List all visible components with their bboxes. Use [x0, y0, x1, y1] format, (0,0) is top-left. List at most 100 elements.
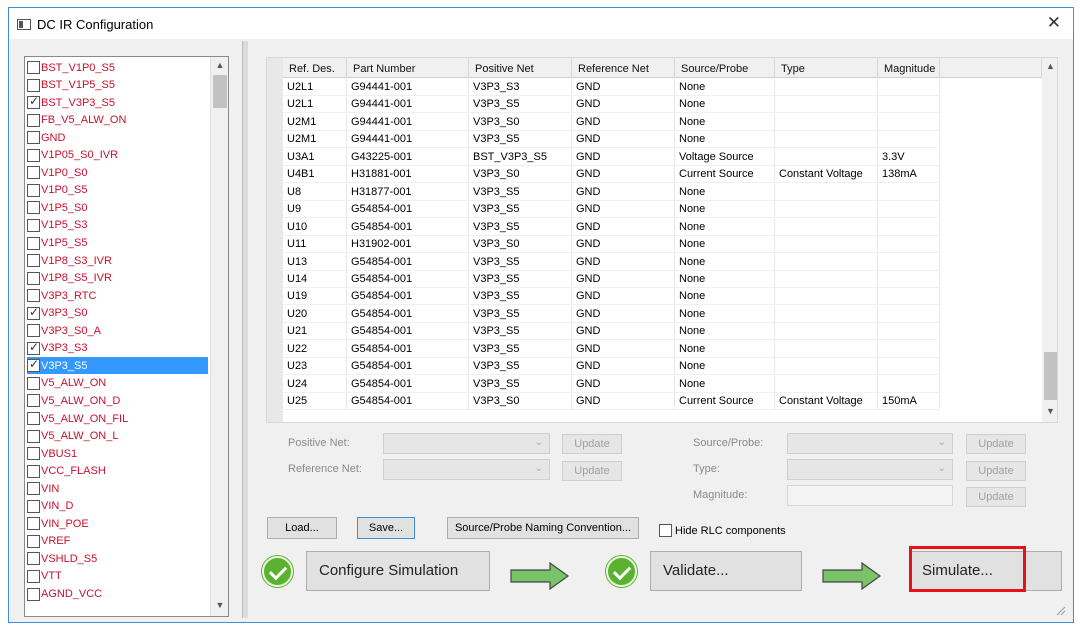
- net-list-item[interactable]: VSHLD_S5: [27, 550, 208, 567]
- table-scrollbar[interactable]: ▲ ▼: [1042, 58, 1057, 422]
- net-list[interactable]: BST_V1P0_S5 BST_V1P5_S5 BST_V3P3_S5 FB_V5_A…: [24, 56, 229, 617]
- net-list-item[interactable]: V5_ALW_ON_FIL: [27, 410, 208, 427]
- net-list-item[interactable]: VIN_POE: [27, 515, 208, 532]
- net-list-item[interactable]: BST_V1P5_S5: [27, 77, 208, 94]
- net-list-item[interactable]: VCC_FLASH: [27, 463, 208, 480]
- scroll-up-icon[interactable]: ▲: [1042, 58, 1057, 75]
- net-checkbox[interactable]: [27, 271, 40, 285]
- net-list-item[interactable]: V1P0_S0: [27, 164, 208, 181]
- configure-simulation-button[interactable]: Configure Simulation: [306, 551, 490, 591]
- positive-net-select[interactable]: ⌄: [383, 433, 550, 454]
- net-list-item[interactable]: FB_V5_ALW_ON: [27, 112, 208, 129]
- net-checkbox[interactable]: [27, 534, 40, 548]
- net-list-item[interactable]: V1P5_S5: [27, 235, 208, 252]
- scroll-down-icon[interactable]: ▼: [1042, 403, 1057, 420]
- magnitude-input[interactable]: [787, 485, 953, 506]
- net-checkbox[interactable]: [27, 464, 40, 478]
- net-checkbox[interactable]: [27, 78, 40, 92]
- close-icon[interactable]: ✕: [1047, 13, 1061, 33]
- net-list-item[interactable]: V3P3_S5: [27, 357, 208, 375]
- net-list-scrollbar[interactable]: ▲ ▼: [210, 57, 228, 616]
- net-checkbox[interactable]: [27, 201, 40, 215]
- net-list-item[interactable]: GND: [27, 129, 208, 146]
- column-header[interactable]: Positive Net: [469, 58, 572, 78]
- net-checkbox[interactable]: [27, 447, 40, 461]
- net-list-item[interactable]: BST_V3P3_S5: [27, 94, 208, 111]
- type-update-button[interactable]: Update: [966, 461, 1026, 481]
- net-list-item[interactable]: VREF: [27, 533, 208, 550]
- net-checkbox[interactable]: [27, 569, 40, 583]
- net-checkbox[interactable]: [27, 517, 40, 531]
- net-list-item[interactable]: VBUS1: [27, 445, 208, 462]
- net-checkbox[interactable]: [27, 61, 40, 74]
- net-list-item[interactable]: V1P8_S3_IVR: [27, 252, 208, 269]
- net-checkbox[interactable]: [27, 218, 40, 232]
- net-checkbox[interactable]: [27, 305, 40, 320]
- net-checkbox[interactable]: [27, 499, 40, 513]
- net-list-item[interactable]: V1P8_S5_IVR: [27, 270, 208, 287]
- resize-grip-icon[interactable]: [1054, 604, 1066, 616]
- net-list-item[interactable]: VIN_D: [27, 498, 208, 515]
- net-list-item[interactable]: V3P3_RTC: [27, 287, 208, 304]
- net-checkbox[interactable]: [27, 394, 40, 408]
- load-button[interactable]: Load...: [267, 517, 337, 539]
- net-list-item[interactable]: V1P5_S3: [27, 217, 208, 234]
- net-list-item[interactable]: V5_ALW_ON_L: [27, 428, 208, 445]
- positive-net-update-button[interactable]: Update: [562, 434, 622, 454]
- net-list-item[interactable]: V1P0_S5: [27, 182, 208, 199]
- source-probe-update-button[interactable]: Update: [966, 434, 1026, 454]
- net-checkbox[interactable]: [27, 166, 40, 180]
- net-checkbox[interactable]: [27, 340, 40, 355]
- net-checkbox[interactable]: [27, 357, 40, 373]
- scrollbar-thumb[interactable]: [213, 75, 227, 108]
- net-checkbox[interactable]: [27, 183, 40, 197]
- net-list-item[interactable]: VIN: [27, 480, 208, 497]
- hide-rlc-checkbox[interactable]: Hide RLC components: [659, 524, 786, 537]
- net-checkbox[interactable]: [27, 376, 40, 390]
- net-checkbox[interactable]: [27, 131, 40, 145]
- net-list-item[interactable]: BST_V1P0_S5: [27, 59, 208, 76]
- net-checkbox[interactable]: [27, 587, 40, 601]
- net-checkbox[interactable]: [27, 429, 40, 443]
- magnitude-update-button[interactable]: Update: [966, 487, 1026, 507]
- net-checkbox[interactable]: [27, 236, 40, 250]
- column-header[interactable]: Type: [775, 58, 878, 78]
- net-list-item[interactable]: V5_ALW_ON_D: [27, 392, 208, 409]
- column-header[interactable]: Part Number: [347, 58, 469, 78]
- net-checkbox[interactable]: [27, 113, 40, 127]
- net-checkbox[interactable]: [27, 289, 40, 303]
- source-probe-select[interactable]: ⌄: [787, 433, 953, 454]
- net-list-item[interactable]: V3P3_S3: [27, 340, 208, 357]
- column-header[interactable]: Reference Net: [572, 58, 675, 78]
- net-list-item[interactable]: V1P05_S0_IVR: [27, 147, 208, 164]
- column-header[interactable]: Source/Probe: [675, 58, 775, 78]
- simulate-button[interactable]: Simulate...: [909, 551, 1062, 591]
- net-checkbox[interactable]: [27, 148, 40, 162]
- column-header[interactable]: Magnitude: [878, 58, 940, 78]
- net-checkbox[interactable]: [27, 412, 40, 425]
- type-select[interactable]: ⌄: [787, 459, 953, 480]
- reference-net-update-button[interactable]: Update: [562, 461, 622, 481]
- net-checkbox[interactable]: [27, 254, 40, 268]
- scroll-up-icon[interactable]: ▲: [211, 57, 228, 74]
- splitter[interactable]: [242, 41, 248, 618]
- column-header[interactable]: Ref. Des.: [283, 58, 347, 78]
- save-button[interactable]: Save...: [357, 517, 415, 539]
- net-checkbox[interactable]: [27, 324, 40, 338]
- scrollbar-thumb[interactable]: [1044, 352, 1057, 400]
- net-list-item[interactable]: V1P5_S0: [27, 199, 208, 216]
- checkbox-box[interactable]: [659, 524, 672, 537]
- net-list-item[interactable]: V3P3_S0: [27, 305, 208, 322]
- naming-convention-button[interactable]: Source/Probe Naming Convention...: [447, 517, 639, 539]
- validate-button[interactable]: Validate...: [650, 551, 802, 591]
- net-list-item[interactable]: V5_ALW_ON: [27, 375, 208, 392]
- net-list-item[interactable]: VTT: [27, 568, 208, 585]
- scroll-down-icon[interactable]: ▼: [211, 597, 228, 614]
- net-checkbox[interactable]: [27, 94, 40, 110]
- net-checkbox[interactable]: [27, 482, 40, 496]
- net-list-item[interactable]: AGND_VCC: [27, 586, 208, 603]
- table-cell: [878, 79, 940, 96]
- net-checkbox[interactable]: [27, 552, 40, 566]
- net-list-item[interactable]: V3P3_S0_A: [27, 322, 208, 339]
- reference-net-select[interactable]: ⌄: [383, 459, 550, 480]
